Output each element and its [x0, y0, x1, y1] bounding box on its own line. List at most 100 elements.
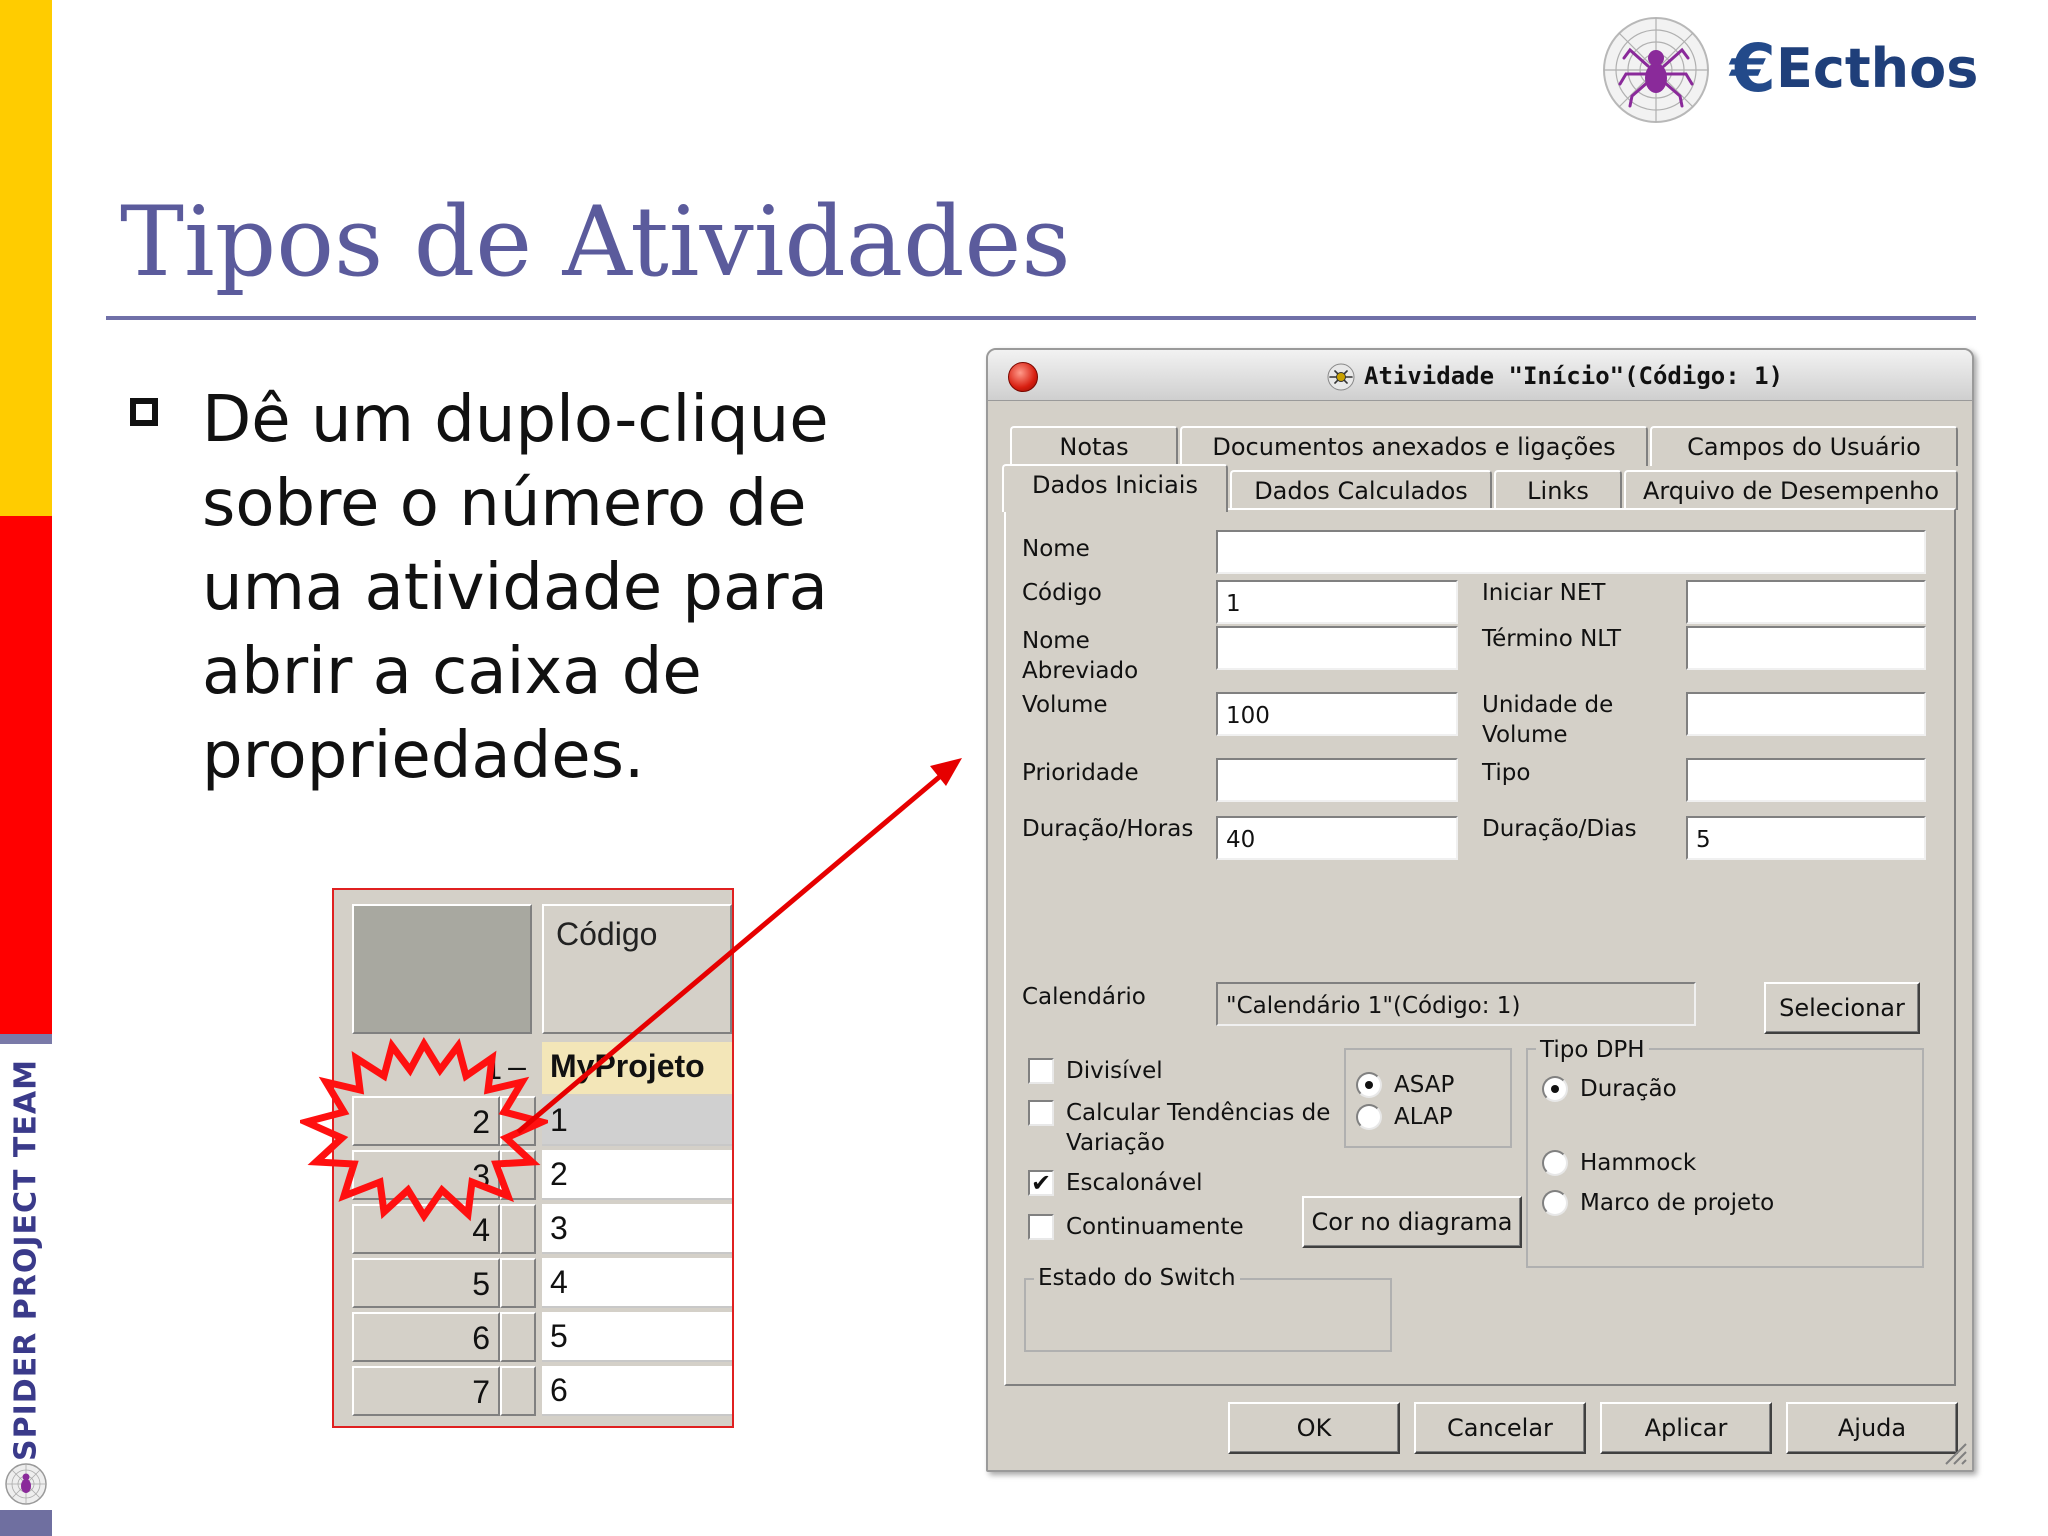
continuamente-checkbox[interactable]: [1028, 1214, 1054, 1240]
grid-project-name[interactable]: MyProjeto: [542, 1042, 732, 1094]
label-prioridade: Prioridade: [1022, 760, 1139, 786]
ok-button[interactable]: OK: [1228, 1402, 1400, 1454]
label-volume: Volume: [1022, 692, 1108, 718]
hammock-radio[interactable]: [1542, 1150, 1568, 1176]
duracao-radio[interactable]: [1542, 1076, 1568, 1102]
ecthos-mark-icon: €: [1730, 30, 1776, 107]
sidebar-strip-yellow: [0, 0, 52, 516]
label-codigo: Código: [1022, 580, 1102, 606]
grid-row-marker: [500, 1312, 536, 1362]
tab-campos-usuario[interactable]: Campos do Usuário: [1650, 426, 1958, 466]
grid-row-marker: [500, 1366, 536, 1416]
marco-projeto-radio[interactable]: [1542, 1190, 1568, 1216]
spider-icon: [5, 1463, 47, 1505]
grid-row-number[interactable]: 6: [352, 1312, 500, 1362]
tab-dados-calculados[interactable]: Dados Calculados: [1230, 470, 1492, 510]
iniciar-net-field[interactable]: [1686, 580, 1926, 624]
asap-radio[interactable]: [1356, 1072, 1382, 1098]
activity-properties-dialog: Atividade "Início"(Código: 1) Notas Docu…: [986, 348, 1974, 1472]
sidebar-strip-bottom: [0, 1510, 52, 1536]
grid-row-code[interactable]: 2: [542, 1150, 732, 1200]
tab-documentos[interactable]: Documentos anexados e ligações: [1180, 426, 1648, 466]
apply-button[interactable]: Aplicar: [1600, 1402, 1772, 1454]
activity-grid-snippet: Código 1 – MyProjeto 2 1 3 2 4 3 5 4 6 5…: [332, 888, 734, 1428]
tab-dados-iniciais[interactable]: Dados Iniciais: [1002, 464, 1228, 512]
grid-row-marker: [500, 1150, 536, 1200]
cor-diagrama-button[interactable]: Cor no diagrama: [1302, 1196, 1522, 1248]
grid-header-code[interactable]: Código: [542, 904, 732, 1034]
hammock-label: Hammock: [1580, 1150, 1697, 1176]
duracao-horas-field[interactable]: 40: [1216, 816, 1458, 860]
prioridade-field[interactable]: [1216, 758, 1458, 802]
divisivel-label: Divisível: [1066, 1058, 1163, 1084]
continuamente-label: Continuamente: [1066, 1214, 1244, 1240]
label-nome-abreviado: Nome Abreviado: [1022, 628, 1139, 684]
grid-row-number[interactable]: 2: [352, 1096, 500, 1146]
nome-abreviado-field[interactable]: [1216, 626, 1458, 670]
grid-row-code[interactable]: 6: [542, 1366, 732, 1416]
codigo-field[interactable]: 1: [1216, 580, 1458, 624]
calcular-tendencias-checkbox[interactable]: [1028, 1100, 1054, 1126]
slide-title: Tipos de Atividades: [120, 186, 1071, 298]
calendario-field[interactable]: "Calendário 1"(Código: 1): [1216, 982, 1696, 1026]
sidebar-team-text: SPIDER PROJECT TEAM: [8, 1059, 44, 1461]
help-button[interactable]: Ajuda: [1786, 1402, 1958, 1454]
divisivel-checkbox[interactable]: [1028, 1058, 1054, 1084]
grid-row-marker: [500, 1096, 536, 1146]
estado-switch-legend: Estado do Switch: [1034, 1264, 1240, 1292]
unidade-volume-field[interactable]: [1686, 692, 1926, 736]
tab-links[interactable]: Links: [1494, 470, 1622, 510]
sidebar-strip-red: [0, 516, 52, 1034]
spider-app-icon: [1327, 363, 1355, 391]
label-calendario: Calendário: [1022, 984, 1146, 1010]
escalonavel-label: Escalonável: [1066, 1170, 1203, 1196]
check-mark-icon: ✔: [1030, 1169, 1052, 1197]
label-iniciar-net: Iniciar NET: [1482, 580, 1606, 606]
grid-row-marker: [500, 1258, 536, 1308]
label-nome: Nome: [1022, 536, 1090, 562]
sidebar-strip-divider: [0, 1034, 52, 1044]
grid-row-number[interactable]: 7: [352, 1366, 500, 1416]
title-divider: [106, 316, 1976, 320]
dialog-title: Atividade "Início"(Código: 1): [1364, 362, 1784, 390]
grid-row-number[interactable]: 5: [352, 1258, 500, 1308]
nome-field[interactable]: [1216, 530, 1926, 574]
grid-header-corner: [352, 904, 532, 1034]
label-duracao-horas: Duração/Horas: [1022, 816, 1194, 842]
grid-row-code[interactable]: 5: [542, 1312, 732, 1362]
duracao-label: Duração: [1580, 1076, 1677, 1102]
grid-row-number[interactable]: 4: [352, 1204, 500, 1254]
tipo-dph-legend: Tipo DPH: [1536, 1036, 1649, 1064]
tipo-field[interactable]: [1686, 758, 1926, 802]
collapse-minus-icon[interactable]: –: [502, 1042, 532, 1094]
bullet-text: Dê um duplo-clique sobre o número de uma…: [202, 383, 829, 793]
termino-nlt-field[interactable]: [1686, 626, 1926, 670]
grid-row-number[interactable]: 3: [352, 1150, 500, 1200]
spider-web-logo-icon: [1603, 17, 1709, 123]
grid-row-code[interactable]: 3: [542, 1204, 732, 1254]
close-icon[interactable]: [1008, 362, 1038, 392]
dialog-titlebar[interactable]: Atividade "Início"(Código: 1): [988, 350, 1972, 401]
alap-radio[interactable]: [1356, 1104, 1382, 1130]
asap-label: ASAP: [1394, 1072, 1455, 1098]
duracao-dias-field[interactable]: 5: [1686, 816, 1926, 860]
label-tipo: Tipo: [1482, 760, 1531, 786]
cancel-button[interactable]: Cancelar: [1414, 1402, 1586, 1454]
grid-row-code[interactable]: 4: [542, 1258, 732, 1308]
selecionar-button[interactable]: Selecionar: [1764, 982, 1920, 1034]
volume-field[interactable]: 100: [1216, 692, 1458, 736]
ecthos-logo: € Ecthos: [1730, 34, 1978, 104]
label-termino-nlt: Término NLT: [1482, 626, 1621, 652]
tab-notas[interactable]: Notas: [1010, 426, 1178, 466]
tab-arquivo-desempenho[interactable]: Arquivo de Desempenho: [1624, 470, 1958, 510]
grid-row-marker: [500, 1204, 536, 1254]
grid-row-code[interactable]: 1: [542, 1096, 732, 1146]
bullet-square-icon: [130, 398, 158, 426]
resize-grip-icon[interactable]: [1940, 1438, 1968, 1466]
escalonavel-checkbox[interactable]: ✔: [1028, 1170, 1054, 1196]
sidebar-team-label: SPIDER PROJECT TEAM: [6, 1059, 46, 1461]
ecthos-brand-text: Ecthos: [1775, 37, 1979, 100]
label-duracao-dias: Duração/Dias: [1482, 816, 1637, 842]
marco-projeto-label: Marco de projeto: [1580, 1190, 1775, 1216]
label-unidade-volume: Unidade de Volume: [1482, 692, 1614, 748]
